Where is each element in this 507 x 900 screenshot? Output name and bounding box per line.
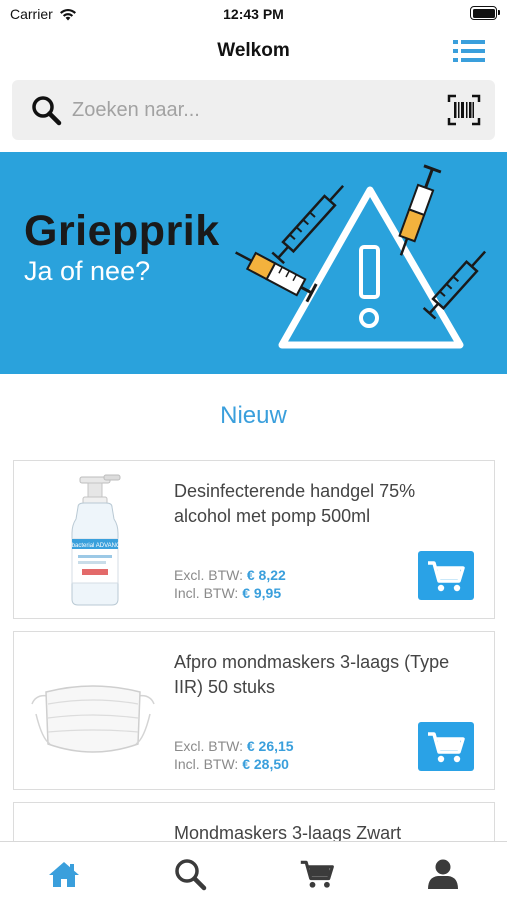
battery-icon <box>470 6 500 20</box>
tab-bar <box>0 841 507 900</box>
price-incl: Incl. BTW: € 9,95 <box>174 585 281 601</box>
list-menu-button[interactable] <box>451 36 487 66</box>
list-icon <box>453 40 485 62</box>
syringe-icon <box>422 250 487 320</box>
price-excl-label: Excl. BTW: <box>174 738 243 754</box>
cart-icon <box>300 860 334 888</box>
cart-icon <box>428 731 465 762</box>
cart-icon <box>428 560 465 591</box>
product-name: Desinfecterende handgel 75% alcohol met … <box>174 481 416 526</box>
user-icon <box>428 859 458 889</box>
add-to-cart-button[interactable] <box>418 551 474 600</box>
product-card[interactable]: Antibacterial ADVANCED Desinfecterende h… <box>13 460 495 619</box>
banner-title: Griepprik <box>24 207 220 255</box>
bottle-label-text: Antibacterial ADVANCED <box>61 543 129 549</box>
tab-cart[interactable] <box>299 856 335 892</box>
status-bar: Carrier 12:43 PM <box>0 0 507 30</box>
banner-subtitle: Ja of nee? <box>24 256 151 286</box>
search-icon[interactable] <box>30 94 62 126</box>
home-icon <box>49 862 79 887</box>
search-icon <box>175 859 207 891</box>
barcode-scan-button[interactable] <box>447 93 481 127</box>
price-incl-label: Incl. BTW: <box>174 756 239 772</box>
price-incl: Incl. BTW: € 28,50 <box>174 756 289 772</box>
search-input[interactable] <box>72 92 432 128</box>
search-bar <box>12 80 495 140</box>
price-excl-value: € 26,15 <box>246 738 294 754</box>
page-title: Welkom <box>217 40 290 61</box>
status-time: 12:43 PM <box>223 6 284 22</box>
add-to-cart-button[interactable] <box>418 722 474 771</box>
nav-bar: Welkom <box>0 30 507 76</box>
face-mask-image <box>31 685 155 753</box>
price-excl-label: Excl. BTW: <box>174 567 243 583</box>
barcode-scan-icon <box>447 94 481 126</box>
price-excl-value: € 8,22 <box>246 567 286 583</box>
price-incl-value: € 28,50 <box>242 756 289 772</box>
price-incl-value: € 9,95 <box>242 585 282 601</box>
product-name: Afpro mondmaskers 3-laags (Type IIR) 50 … <box>174 652 450 697</box>
tab-account[interactable] <box>425 856 461 892</box>
product-card[interactable]: Afpro mondmaskers 3-laags (Type IIR) 50 … <box>13 631 495 790</box>
tab-home[interactable] <box>46 856 82 892</box>
tab-search[interactable] <box>172 856 208 892</box>
handgel-bottle-image: Antibacterial ADVANCED <box>61 474 129 606</box>
price-excl: Excl. BTW: € 26,15 <box>174 738 294 754</box>
price-excl: Excl. BTW: € 8,22 <box>174 567 286 583</box>
section-title: Nieuw <box>220 402 287 429</box>
price-incl-label: Incl. BTW: <box>174 585 239 601</box>
promo-banner[interactable]: Griepprik Ja of nee? <box>0 152 507 374</box>
